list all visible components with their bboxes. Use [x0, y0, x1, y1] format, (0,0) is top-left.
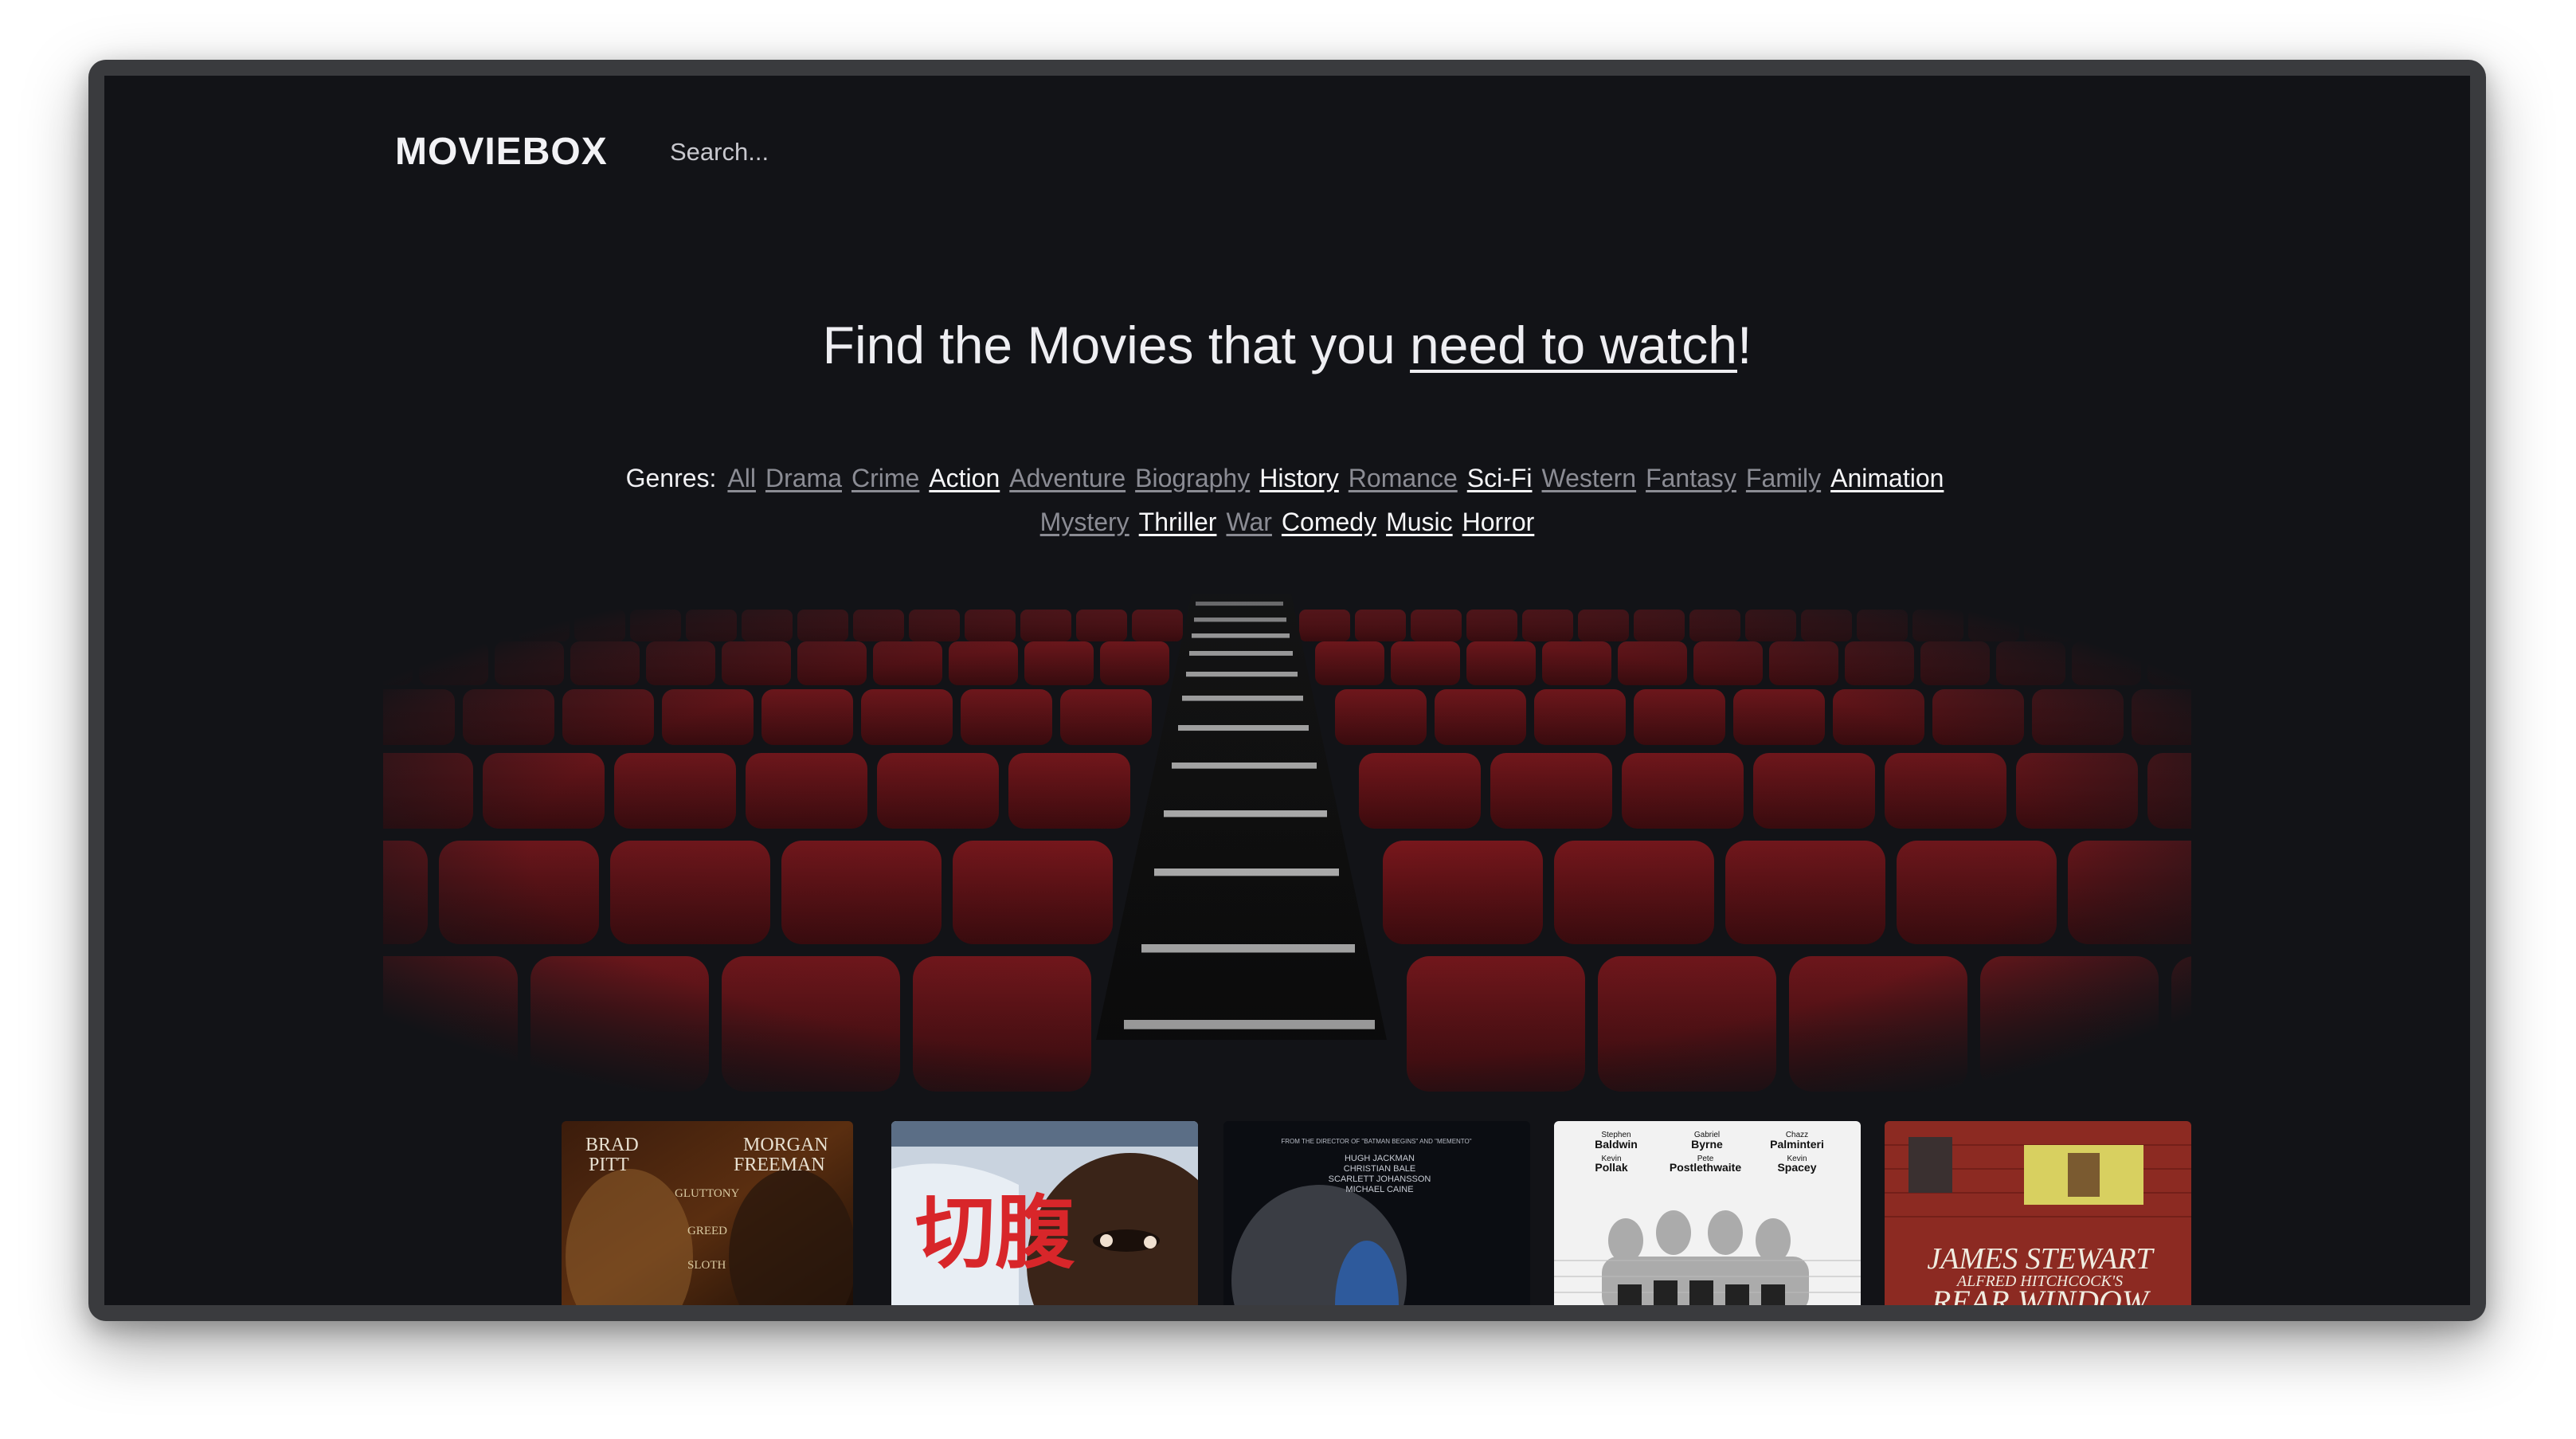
poster-suspects-r2b: Pollak	[1595, 1161, 1627, 1174]
movie-poster-rear-window[interactable]: JAMES STEWART ALFRED HITCHCOCK'S REAR WI…	[1885, 1121, 2191, 1305]
genre-link-horror[interactable]: Horror	[1462, 500, 1535, 544]
genre-link-war[interactable]: War	[1226, 500, 1271, 544]
hero-title-link[interactable]: need to watch	[1410, 316, 1737, 374]
poster-suspects-r1d: Byrne	[1691, 1138, 1723, 1151]
movie-poster-usual-suspects[interactable]: Stephen Baldwin Gabriel Byrne Chazz Palm…	[1554, 1121, 1861, 1305]
poster-se7en-sin3: SLOTH	[687, 1259, 726, 1272]
genre-link-drama[interactable]: Drama	[765, 457, 842, 500]
poster-rearwindow-star: JAMES STEWART	[1927, 1242, 2155, 1276]
genre-list: All Drama Crime Action Adventure Biography His…	[722, 464, 1948, 536]
genre-link-family[interactable]: Family	[1746, 457, 1821, 500]
poster-se7en-actor2b: FREEMAN	[734, 1155, 825, 1175]
genre-link-mystery[interactable]: Mystery	[1040, 500, 1129, 544]
genre-link-biography[interactable]: Biography	[1135, 457, 1250, 500]
poster-prestige-tagline: FROM THE DIRECTOR OF "BATMAN BEGINS" AND…	[1281, 1138, 1471, 1145]
genre-link-fantasy[interactable]: Fantasy	[1646, 457, 1736, 500]
genre-link-action[interactable]: Action	[929, 457, 1000, 500]
poster-prestige-cast4: MICHAEL CAINE	[1345, 1185, 1413, 1194]
genre-link-thriller[interactable]: Thriller	[1139, 500, 1217, 544]
genre-link-sci-fi[interactable]: Sci-Fi	[1467, 457, 1533, 500]
genre-link-crime[interactable]: Crime	[851, 457, 919, 500]
poster-prestige-cast1: HUGH JACKMAN	[1345, 1154, 1415, 1163]
genre-link-comedy[interactable]: Comedy	[1282, 500, 1376, 544]
genre-link-western[interactable]: Western	[1542, 457, 1637, 500]
browser-window: MOVIEBOX Find the Movies that you need t…	[88, 60, 2486, 1321]
poster-suspects-r2d: Postlethwaite	[1670, 1161, 1741, 1174]
genre-link-history[interactable]: History	[1259, 457, 1339, 500]
hero-title: Find the Movies that you need to watch!	[104, 315, 2470, 375]
poster-se7en-actor1b: PITT	[589, 1155, 629, 1175]
hero-title-prefix: Find the Movies that you	[822, 316, 1411, 374]
genre-link-animation[interactable]: Animation	[1830, 457, 1944, 500]
poster-se7en-sin2: GREED	[687, 1225, 727, 1237]
movie-poster-harakiri[interactable]: 切腹	[891, 1121, 1198, 1305]
genre-link-romance[interactable]: Romance	[1349, 457, 1458, 500]
movie-poster-se7en[interactable]: BRAD PITT MORGAN FREEMAN GLUTTONY GREED …	[562, 1121, 853, 1305]
poster-prestige-cast2: CHRISTIAN BALE	[1344, 1164, 1415, 1174]
poster-suspects-r1f: Palminteri	[1770, 1138, 1824, 1151]
genre-link-music[interactable]: Music	[1386, 500, 1453, 544]
app-screen: MOVIEBOX Find the Movies that you need t…	[104, 76, 2470, 1305]
poster-se7en-actor1a: BRAD	[585, 1135, 639, 1155]
poster-harakiri-title: 切腹	[915, 1186, 1075, 1280]
app-logo[interactable]: MOVIEBOX	[395, 130, 608, 174]
movie-poster-prestige[interactable]: FROM THE DIRECTOR OF "BATMAN BEGINS" AND…	[1223, 1121, 1530, 1305]
poster-prestige-cast3: SCARLETT JOHANSSON	[1329, 1174, 1431, 1184]
genre-link-all[interactable]: All	[727, 457, 756, 500]
hero-title-suffix: !	[1737, 316, 1752, 374]
movie-posters-row: BRAD PITT MORGAN FREEMAN GLUTTONY GREED …	[104, 1121, 2470, 1305]
genres-label: Genres:	[625, 464, 717, 492]
poster-suspects-r2f: Spacey	[1777, 1161, 1816, 1174]
poster-se7en-sin1: GLUTTONY	[675, 1187, 740, 1200]
genre-link-adventure[interactable]: Adventure	[1009, 457, 1126, 500]
poster-suspects-r1b: Baldwin	[1595, 1138, 1638, 1151]
search-input[interactable]	[668, 131, 1086, 173]
poster-rearwindow-title: REAR WINDOW	[1931, 1284, 2151, 1305]
theater-seats-image	[383, 594, 2191, 1104]
poster-se7en-actor2a: MORGAN	[743, 1135, 828, 1155]
genre-filter: Genres: All Drama Crime Action Adventure Biogr…	[550, 457, 2024, 544]
